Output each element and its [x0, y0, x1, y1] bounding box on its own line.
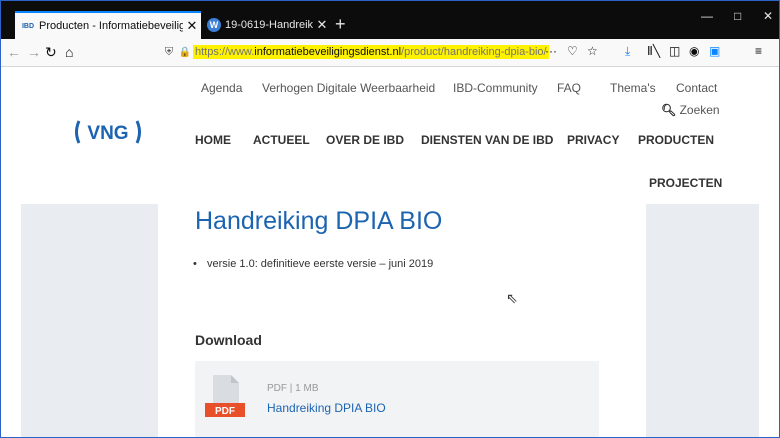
vng-logo[interactable]: VNG: [73, 117, 143, 147]
pdf-badge-text: PDF: [215, 406, 235, 417]
sidebar-icon[interactable]: ◫: [669, 44, 680, 58]
nav-link-agenda[interactable]: Agenda: [201, 81, 242, 95]
web-page: Agenda Verhogen Digitale Weerbaarheid IB…: [1, 67, 779, 437]
list-item: versie 1.0: definitieve eerste versie – …: [193, 258, 433, 270]
download-heading: Download: [195, 332, 262, 348]
maximize-icon[interactable]: □: [734, 9, 741, 23]
url-text[interactable]: https://www.informatiebeveiligingsdienst…: [193, 45, 549, 59]
minimize-icon[interactable]: —: [701, 9, 713, 23]
browser-window: IBD Producten - Informatiebeveilig ✕ W 1…: [0, 0, 780, 438]
close-icon[interactable]: ✕: [313, 17, 331, 33]
mouse-cursor-icon: ⇖: [506, 290, 518, 306]
pdf-file-icon[interactable]: PDF: [205, 371, 245, 421]
nav-producten[interactable]: PRODUCTEN: [638, 133, 714, 147]
tab-handreiking-doc[interactable]: W 19-0619-Handreiking-DPIA-v1 ✕: [201, 11, 331, 39]
bookmark-star-icon[interactable]: ☆: [587, 44, 598, 58]
url-bar[interactable]: ⛨ 🔒 https://www.informatiebeveiligingsdi…: [159, 41, 599, 63]
downloads-icon[interactable]: ⤓: [625, 44, 630, 59]
menu-icon[interactable]: ≡: [755, 44, 762, 58]
nav-home[interactable]: HOME: [195, 133, 231, 147]
url-domain: informatiebeveiligingsdienst.nl: [254, 46, 402, 58]
nav-projecten[interactable]: PROJECTEN: [649, 176, 722, 190]
search-link[interactable]: 🔍︎ Zoeken: [661, 103, 720, 117]
page-title: Handreiking DPIA BIO: [195, 207, 443, 235]
back-icon[interactable]: ←: [7, 43, 21, 61]
nav-link-contact[interactable]: Contact: [676, 81, 717, 95]
tab-producten[interactable]: IBD Producten - Informatiebeveilig ✕: [15, 11, 201, 39]
new-tab-button[interactable]: +: [335, 15, 346, 33]
window-close-icon[interactable]: ✕: [763, 9, 773, 23]
close-icon[interactable]: ✕: [183, 18, 201, 34]
search-icon: 🔍︎: [661, 103, 677, 117]
nav-actueel[interactable]: ACTUEEL: [253, 133, 310, 147]
forward-icon[interactable]: →: [27, 43, 41, 61]
tab-title: 19-0619-Handreiking-DPIA-v1: [225, 19, 313, 31]
library-icon[interactable]: Ⅱ╲: [647, 44, 660, 58]
nav-link-ibd-community[interactable]: IBD-Community: [453, 81, 538, 95]
nav-over-de-ibd[interactable]: OVER DE IBD: [326, 133, 404, 147]
nav-diensten[interactable]: DIENSTEN VAN DE IBD: [421, 133, 553, 147]
page-actions-icon[interactable]: ···: [545, 44, 557, 58]
url-path: /product/handreiking-dpia-bio/: [401, 46, 547, 58]
navigation-toolbar: ← → ↻ ⌂ ⛨ 🔒 https://www.informatiebeveil…: [1, 39, 779, 67]
file-meta: PDF | 1 MB: [267, 383, 319, 394]
logo-text: VNG: [87, 123, 128, 144]
tracking-shield-icon[interactable]: ⛨: [161, 46, 177, 59]
nav-link-themas[interactable]: Thema's: [610, 81, 656, 95]
nav-link-weerbaarheid[interactable]: Verhogen Digitale Weerbaarheid: [262, 81, 435, 95]
reload-icon[interactable]: ↻: [45, 43, 57, 61]
tab-strip: IBD Producten - Informatiebeveilig ✕ W 1…: [1, 1, 779, 39]
wordpress-favicon-icon: W: [207, 18, 221, 32]
file-download-link[interactable]: Handreiking DPIA BIO: [267, 401, 386, 415]
extension-icon[interactable]: ▣: [709, 44, 720, 58]
nav-link-faq[interactable]: FAQ: [557, 81, 581, 95]
url-prefix: https://www.: [195, 46, 255, 58]
lock-icon[interactable]: 🔒: [177, 47, 193, 58]
nav-privacy[interactable]: PRIVACY: [567, 133, 619, 147]
account-icon[interactable]: ◉: [689, 44, 699, 58]
tab-title: Producten - Informatiebeveilig: [39, 20, 183, 32]
search-label: Zoeken: [679, 103, 720, 117]
download-item[interactable]: PDF PDF | 1 MB Handreiking DPIA BIO: [195, 361, 599, 437]
pocket-icon[interactable]: ♡: [567, 44, 578, 58]
ibd-favicon-icon: IBD: [21, 22, 35, 30]
home-icon[interactable]: ⌂: [65, 43, 73, 61]
